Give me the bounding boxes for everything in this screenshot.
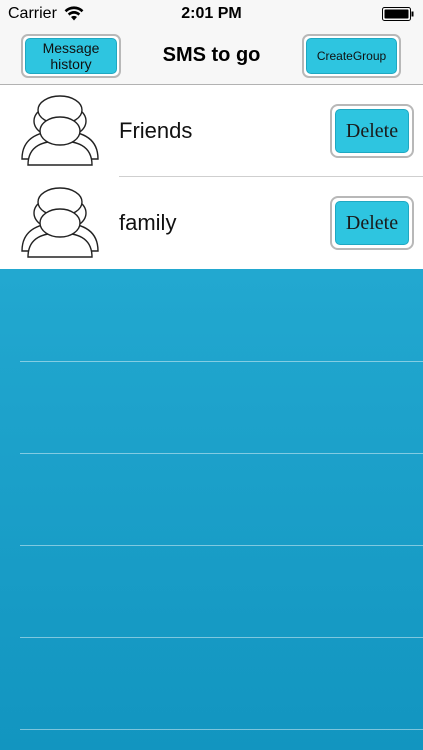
status-bar: Carrier 2:01 PM bbox=[0, 0, 423, 28]
empty-table-area bbox=[0, 269, 423, 750]
app-screen: Carrier 2:01 PM Message history SMS to g… bbox=[0, 0, 423, 750]
group-name: Friends bbox=[119, 118, 193, 143]
group-row-family[interactable]: family Delete bbox=[0, 177, 423, 269]
empty-row-separator bbox=[20, 545, 423, 546]
empty-row-separator bbox=[20, 361, 423, 362]
create-group-label: CreateGroup bbox=[306, 38, 397, 74]
group-row-friends[interactable]: Friends Delete bbox=[0, 85, 423, 177]
create-group-button[interactable]: CreateGroup bbox=[302, 34, 401, 78]
empty-row-separator bbox=[20, 729, 423, 730]
empty-row-separator bbox=[20, 637, 423, 638]
delete-group-button[interactable]: Delete bbox=[330, 196, 414, 250]
delete-group-button[interactable]: Delete bbox=[330, 104, 414, 158]
empty-row-separator bbox=[20, 453, 423, 454]
delete-label: Delete bbox=[335, 109, 409, 153]
status-time: 2:01 PM bbox=[181, 5, 242, 22]
delete-label: Delete bbox=[335, 201, 409, 245]
group-avatar-icon bbox=[21, 187, 99, 258]
navigation-bar: Message history SMS to go CreateGroup bbox=[0, 28, 423, 85]
group-name: family bbox=[119, 210, 177, 235]
group-avatar-icon bbox=[21, 95, 99, 166]
battery-icon bbox=[382, 7, 414, 21]
